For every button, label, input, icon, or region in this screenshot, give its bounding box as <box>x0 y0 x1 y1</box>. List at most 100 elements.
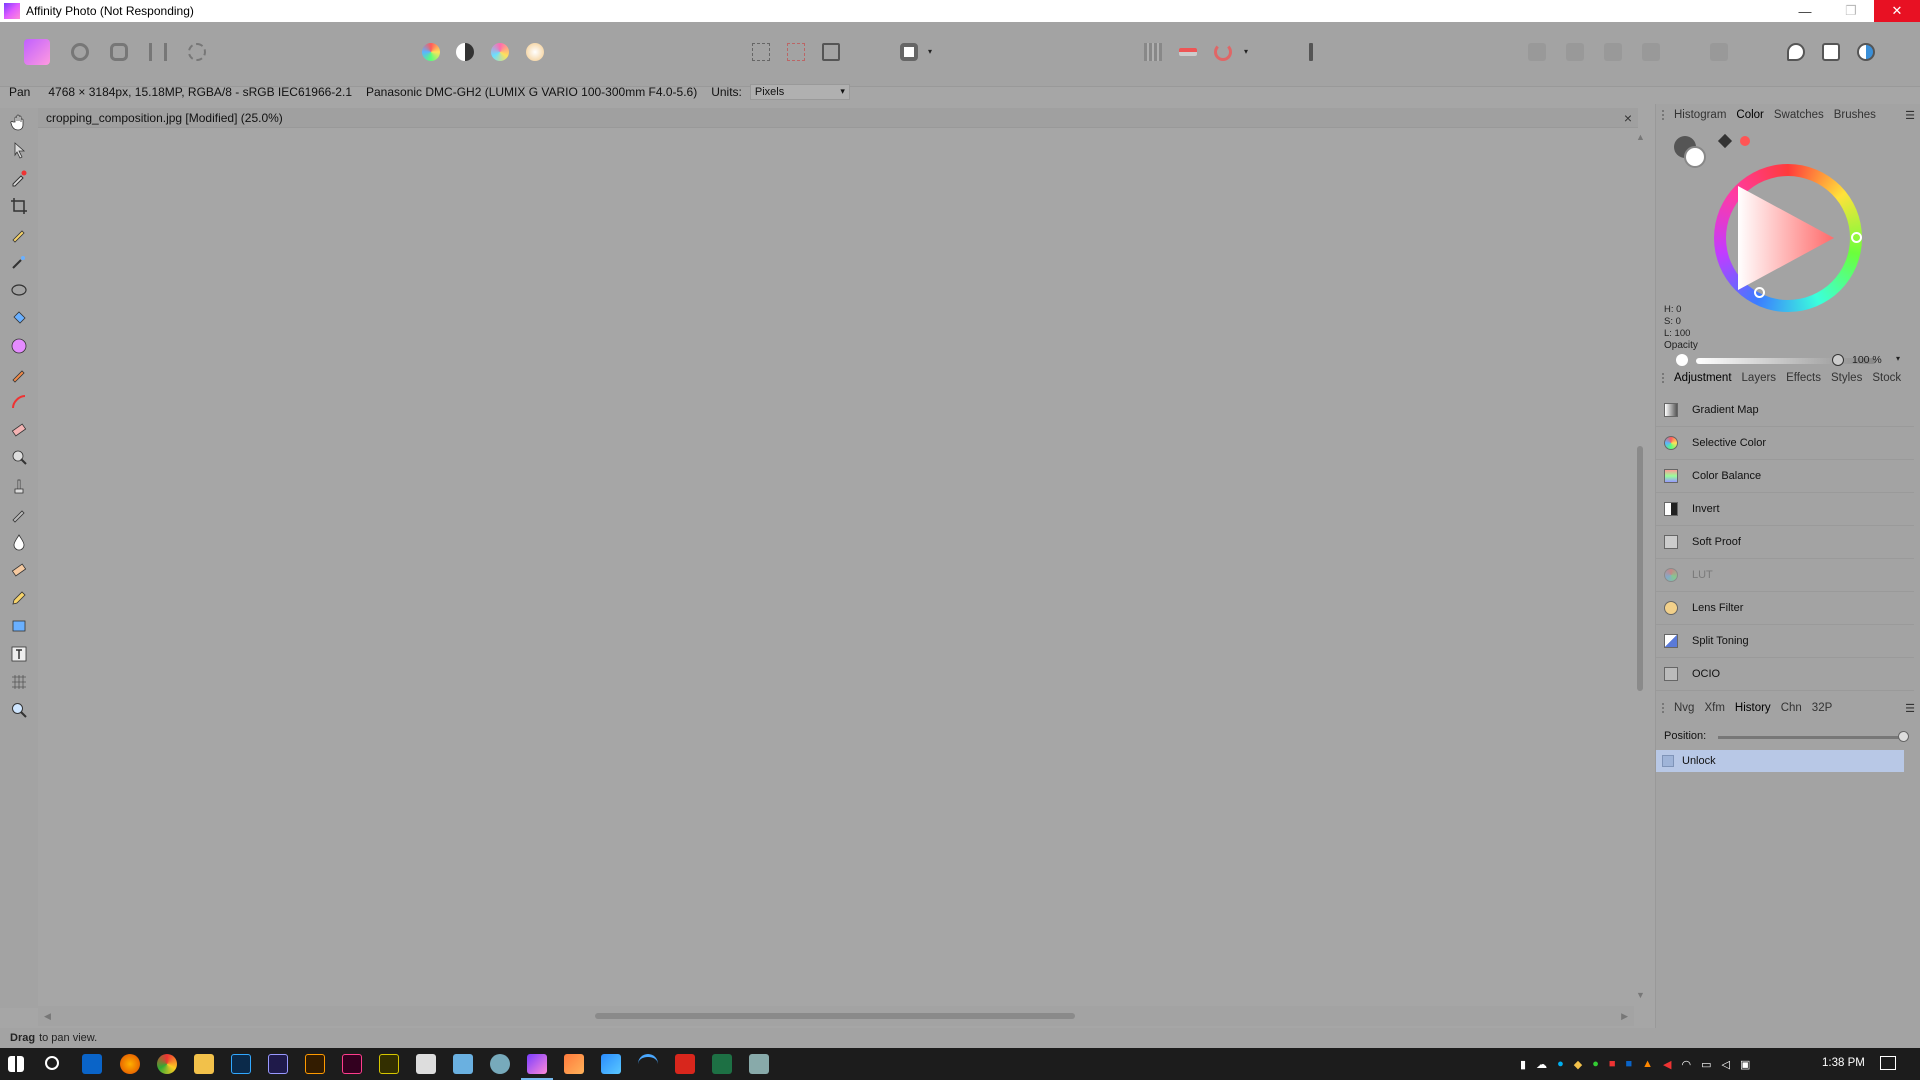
show-grid-icon[interactable] <box>1140 39 1166 65</box>
opacity-slider-knob[interactable] <box>1832 354 1844 366</box>
units-dropdown[interactable]: Pixels ▾ <box>749 84 850 100</box>
canvas[interactable] <box>38 128 1634 1004</box>
opacity-value[interactable]: 100 % <box>1852 354 1882 366</box>
selection-marquee-icon[interactable] <box>748 39 774 65</box>
tab-brushes[interactable]: Brushes <box>1834 109 1876 121</box>
notes-icon[interactable] <box>453 1054 473 1074</box>
tab-adjustment[interactable]: Adjustment <box>1674 372 1732 384</box>
list-item[interactable]: Split Toning <box>1656 625 1914 658</box>
cloud-icon[interactable]: ☁ <box>1536 1058 1547 1071</box>
quick-mask-icon[interactable] <box>896 39 922 65</box>
assistant-icon[interactable] <box>1175 39 1201 65</box>
smudge-brush-tool-icon[interactable] <box>10 505 28 523</box>
tab-layers[interactable]: Layers <box>1742 372 1777 384</box>
view-mode-icon[interactable] <box>1298 39 1324 65</box>
minimize-button[interactable]: — <box>1782 0 1828 22</box>
search-icon[interactable] <box>45 1056 59 1070</box>
fireworks-icon[interactable] <box>379 1054 399 1074</box>
panel-grip-icon[interactable] <box>1662 373 1666 383</box>
eyedropper-icon[interactable] <box>1717 133 1733 149</box>
list-item[interactable]: OCIO <box>1656 658 1914 691</box>
file-explorer-icon[interactable] <box>194 1054 214 1074</box>
wifi-icon[interactable]: ◠ <box>1682 1058 1692 1071</box>
shield-icon[interactable]: ◆ <box>1574 1058 1582 1071</box>
tab-effects[interactable]: Effects <box>1786 372 1821 384</box>
tab-color[interactable]: Color <box>1736 109 1763 121</box>
rotate-icon[interactable] <box>1706 39 1732 65</box>
tab-channels[interactable]: Chn <box>1781 702 1802 714</box>
sync-icon[interactable]: ● <box>1592 1058 1599 1070</box>
snapping-dropdown-icon[interactable]: ▾ <box>1244 47 1248 56</box>
wifi-app-icon[interactable] <box>638 1054 658 1074</box>
history-position-slider[interactable] <box>1718 736 1904 739</box>
acrobat-icon[interactable] <box>675 1054 695 1074</box>
history-entry[interactable]: Unlock <box>1656 750 1904 772</box>
panel-grip-icon[interactable] <box>1662 110 1666 120</box>
chat-bubble-icon[interactable] <box>1783 39 1809 65</box>
distribute-icon[interactable] <box>1600 39 1626 65</box>
tab-32p[interactable]: 32P <box>1812 702 1832 714</box>
outlook-icon[interactable] <box>82 1054 102 1074</box>
excel-icon[interactable] <box>712 1054 732 1074</box>
deselect-icon[interactable] <box>783 39 809 65</box>
list-item[interactable]: LUT <box>1656 559 1914 592</box>
antivirus-icon[interactable]: ■ <box>1609 1058 1616 1070</box>
notifications-icon[interactable] <box>1880 1056 1896 1070</box>
vertical-scrollbar[interactable]: ▲ ▼ <box>1634 128 1646 1004</box>
vlc-icon[interactable]: ▲ <box>1642 1058 1653 1070</box>
restore-button[interactable]: ❐ <box>1828 0 1874 22</box>
color-wheel[interactable] <box>1714 164 1862 312</box>
illustrator-icon[interactable] <box>305 1054 325 1074</box>
quick-mask-dropdown-icon[interactable]: ▾ <box>928 47 932 56</box>
list-item[interactable]: Invert <box>1656 493 1914 526</box>
scroll-down-icon[interactable]: ▼ <box>1636 990 1645 1000</box>
paint-brush-tool-icon[interactable] <box>10 365 28 383</box>
remote-icon[interactable] <box>749 1054 769 1074</box>
vertical-scroll-thumb[interactable] <box>1637 446 1643 691</box>
close-document-icon[interactable]: × <box>1624 110 1632 126</box>
skype-icon[interactable]: ● <box>1557 1058 1564 1070</box>
list-item[interactable]: Lens Filter <box>1656 592 1914 625</box>
tab-swatches[interactable]: Swatches <box>1774 109 1824 121</box>
scroll-left-icon[interactable]: ◀ <box>44 1011 51 1022</box>
blur-brush-tool-icon[interactable] <box>10 533 28 551</box>
arrange-icon[interactable] <box>1524 39 1550 65</box>
artistic-text-tool-icon[interactable] <box>10 645 28 663</box>
color-replacement-tool-icon[interactable] <box>10 393 28 411</box>
flip-icon[interactable] <box>1638 39 1664 65</box>
horizontal-scroll-thumb[interactable] <box>595 1013 1075 1019</box>
start-icon[interactable] <box>8 1056 24 1072</box>
list-item[interactable]: Color Balance <box>1656 460 1914 493</box>
photoshop-icon[interactable] <box>231 1054 251 1074</box>
flood-select-tool-icon[interactable] <box>10 253 28 271</box>
auto-colors-icon[interactable] <box>487 39 513 65</box>
outlook-tray-icon[interactable]: ■ <box>1626 1058 1633 1070</box>
invert-selection-icon[interactable] <box>818 39 844 65</box>
usb-icon[interactable]: ▮ <box>1520 1058 1526 1071</box>
develop-persona-icon[interactable] <box>106 39 132 65</box>
rectangle-tool-icon[interactable] <box>10 617 28 635</box>
snapping-icon[interactable] <box>1210 39 1236 65</box>
auto-white-balance-icon[interactable] <box>522 39 548 65</box>
battery-icon[interactable]: ▭ <box>1701 1058 1711 1071</box>
tab-stock[interactable]: Stock <box>1872 372 1901 384</box>
tab-navigator[interactable]: Nvg <box>1674 702 1694 714</box>
after-effects-icon[interactable] <box>268 1054 288 1074</box>
hue-handle[interactable] <box>1851 232 1862 243</box>
scroll-right-icon[interactable]: ▶ <box>1621 1011 1628 1022</box>
clone-brush-tool-icon[interactable] <box>10 477 28 495</box>
auto-contrast-icon[interactable] <box>452 39 478 65</box>
export-persona-icon[interactable] <box>184 39 210 65</box>
erase-brush-tool-icon[interactable] <box>10 421 28 439</box>
opacity-slider[interactable] <box>1696 358 1876 364</box>
document-tab[interactable]: cropping_composition.jpg [Modified] (25.… <box>38 108 1638 128</box>
dodge-tool-icon[interactable] <box>10 449 28 467</box>
panel-menu-icon[interactable]: ☰ <box>1905 109 1915 122</box>
horizontal-scrollbar[interactable]: ◀ ▶ <box>38 1006 1634 1026</box>
healing-brush-tool-icon[interactable] <box>10 561 28 579</box>
pen-tool-icon[interactable] <box>10 589 28 607</box>
taskbar-clock[interactable]: 1:38 PM <box>1822 1057 1865 1069</box>
photo-persona-icon[interactable] <box>24 39 50 65</box>
color-picker-panel-icon[interactable] <box>1853 39 1879 65</box>
marquee-tool-icon[interactable] <box>10 281 28 299</box>
